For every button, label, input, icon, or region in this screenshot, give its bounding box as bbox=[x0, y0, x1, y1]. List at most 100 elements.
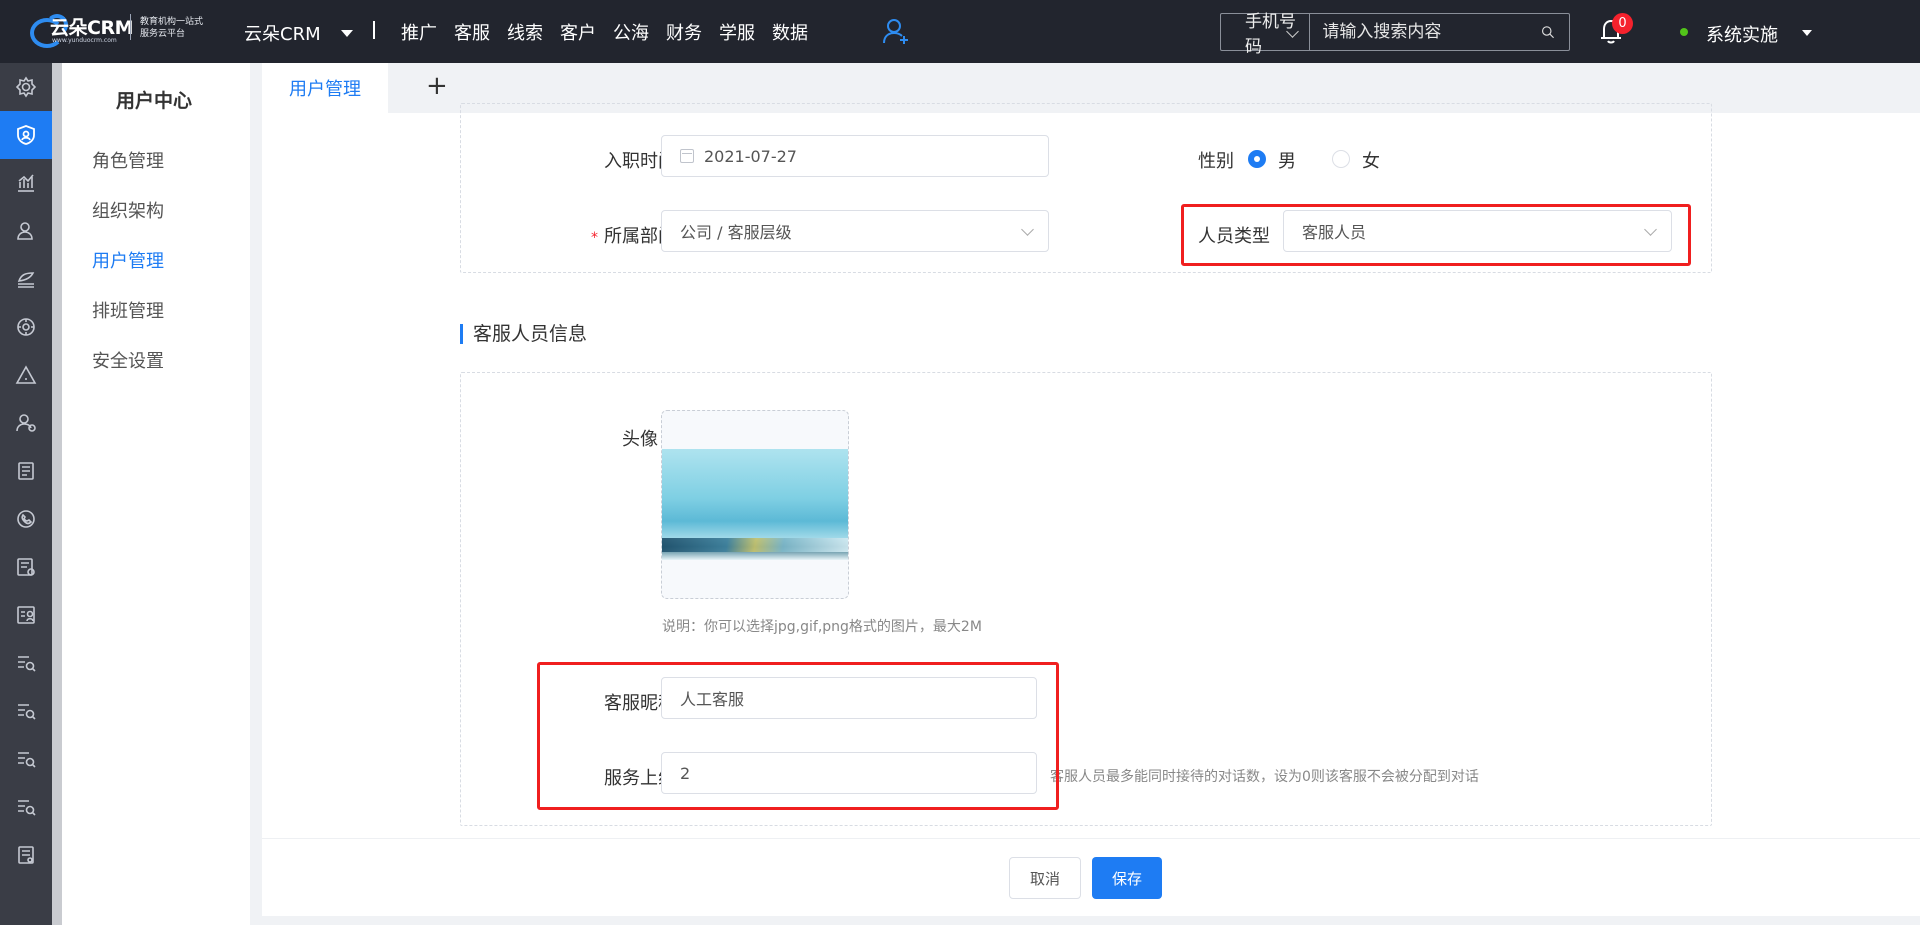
search-list-icon bbox=[18, 800, 36, 816]
avatar-hint: 说明：你可以选择jpg,gif,png格式的图片，最大2M bbox=[662, 619, 982, 635]
hire-date-value: 2021-07-27 bbox=[704, 146, 797, 166]
rail-item-query-1[interactable] bbox=[0, 639, 52, 687]
report-icon bbox=[18, 846, 34, 864]
layers-icon bbox=[17, 272, 35, 288]
search-type-label: 手机号码 bbox=[1245, 12, 1296, 57]
calendar-icon bbox=[680, 149, 694, 163]
top-nav-item-customers[interactable]: 客户 bbox=[560, 19, 596, 45]
online-status-dot bbox=[1680, 28, 1688, 36]
user-center-sidebar: 用户中心 角色管理 组织架构 用户管理 排班管理 安全设置 bbox=[62, 63, 250, 925]
global-search: 手机号码 bbox=[1220, 12, 1570, 57]
search-icon[interactable] bbox=[1541, 19, 1555, 45]
cancel-button[interactable]: 取消 bbox=[1009, 857, 1081, 899]
rail-item-forms[interactable] bbox=[0, 543, 52, 591]
top-nav-item-student-service[interactable]: 学服 bbox=[719, 19, 755, 45]
nav-divider bbox=[373, 21, 375, 39]
service-limit-hint: 客服人员最多能同时接待的对话数，设为0则该客服不会被分配到对话 bbox=[1050, 769, 1479, 785]
chevron-down-icon bbox=[1021, 223, 1034, 236]
search-type-select[interactable]: 手机号码 bbox=[1221, 12, 1311, 57]
sidebar-item-organization[interactable]: 组织架构 bbox=[92, 197, 164, 223]
department-select[interactable]: 公司 / 客服层级 bbox=[661, 210, 1049, 252]
form-icon bbox=[17, 558, 35, 576]
rail-item-user-list[interactable] bbox=[0, 591, 52, 639]
staff-type-select[interactable]: 客服人员 bbox=[1283, 210, 1672, 252]
search-list-icon bbox=[18, 704, 36, 720]
chevron-down-icon bbox=[1644, 223, 1657, 236]
rail-item-reports[interactable] bbox=[0, 831, 52, 879]
document-icon bbox=[18, 462, 34, 480]
team-icon bbox=[16, 414, 36, 432]
top-nav-item-service[interactable]: 客服 bbox=[454, 19, 490, 45]
sidebar-item-roles[interactable]: 角色管理 bbox=[92, 147, 164, 173]
avatar-upload[interactable] bbox=[661, 410, 849, 599]
sidebar-item-users[interactable]: 用户管理 bbox=[92, 247, 164, 273]
gear-icon bbox=[15, 76, 37, 98]
rail-item-calls[interactable] bbox=[0, 495, 52, 543]
rail-item-query-4[interactable] bbox=[0, 783, 52, 831]
rail-item-documents[interactable] bbox=[0, 447, 52, 495]
gender-label: 性别 bbox=[1198, 151, 1234, 172]
rail-item-config[interactable] bbox=[0, 303, 52, 351]
top-nav-item-leads[interactable]: 线索 bbox=[507, 19, 543, 45]
rail-item-alerts[interactable] bbox=[0, 351, 52, 399]
rail-item-query-2[interactable] bbox=[0, 687, 52, 735]
logo-name: 云朵CRM bbox=[50, 17, 133, 39]
icon-rail bbox=[0, 63, 52, 925]
logo-url: www.yunduocrm.com bbox=[52, 37, 117, 44]
brand-switch[interactable]: 云朵CRM bbox=[244, 20, 353, 46]
top-nav-item-finance[interactable]: 财务 bbox=[666, 19, 702, 45]
top-nav-item-promotion[interactable]: 推广 bbox=[401, 19, 437, 45]
top-navigation-bar: 云朵CRM www.yunduocrm.com 教育机构一站式服务云平台 云朵C… bbox=[0, 0, 1920, 63]
top-nav: 推广 客服 线索 客户 公海 财务 学服 数据 bbox=[401, 19, 825, 45]
save-button[interactable]: 保存 bbox=[1092, 857, 1162, 899]
staff-type-label: 人员类型 bbox=[1198, 226, 1270, 247]
brand-switch-label: 云朵CRM bbox=[244, 24, 321, 45]
search-list-icon bbox=[18, 752, 36, 768]
rail-item-user-center[interactable] bbox=[0, 111, 52, 159]
shield-icon bbox=[17, 125, 35, 145]
add-tab-button[interactable]: + bbox=[426, 71, 448, 101]
gender-option-male[interactable]: 男 bbox=[1278, 147, 1296, 173]
sidebar-item-scheduling[interactable]: 排班管理 bbox=[92, 297, 164, 323]
gender-radio-female[interactable] bbox=[1332, 150, 1350, 168]
user-edit-form: 入职时间 2021-07-27 性别 男 女 * 所属部门 公司 / 客服层级 人… bbox=[262, 103, 1920, 838]
section-title-service: 客服人员信息 bbox=[460, 324, 587, 344]
hire-date-picker[interactable]: 2021-07-27 bbox=[661, 135, 1049, 177]
account-caret-icon[interactable] bbox=[1802, 30, 1812, 36]
top-nav-item-public-pool[interactable]: 公海 bbox=[613, 19, 649, 45]
caret-down-icon bbox=[340, 29, 353, 37]
service-limit-input[interactable]: 2 bbox=[661, 752, 1037, 794]
gender-radio-male[interactable] bbox=[1248, 150, 1266, 168]
logo-slogan: 教育机构一站式服务云平台 bbox=[140, 17, 204, 39]
rail-item-layers[interactable] bbox=[0, 255, 52, 303]
required-marker: * bbox=[591, 230, 598, 246]
rail-item-settings[interactable] bbox=[0, 63, 52, 111]
sidebar-item-security[interactable]: 安全设置 bbox=[92, 347, 164, 373]
account-name[interactable]: 系统实施 bbox=[1706, 21, 1778, 47]
tab-user-management[interactable]: 用户管理 bbox=[262, 63, 388, 113]
rail-item-customer[interactable] bbox=[0, 207, 52, 255]
triangle-icon bbox=[15, 365, 37, 384]
avatar-label: 头像 bbox=[622, 429, 658, 450]
form-footer: 取消 保存 bbox=[262, 838, 1920, 916]
rail-item-team[interactable] bbox=[0, 399, 52, 447]
service-limit-value: 2 bbox=[680, 763, 691, 783]
user-list-icon bbox=[17, 606, 35, 624]
logo-divider bbox=[130, 14, 131, 40]
gender-option-female[interactable]: 女 bbox=[1362, 147, 1380, 173]
phone-icon bbox=[17, 510, 35, 528]
user-add-icon[interactable] bbox=[882, 17, 910, 45]
rail-scrollbar[interactable] bbox=[52, 63, 62, 925]
chart-icon bbox=[18, 174, 34, 192]
rail-item-statistics[interactable] bbox=[0, 159, 52, 207]
sidebar-title: 用户中心 bbox=[116, 90, 193, 112]
nickname-value: 人工客服 bbox=[680, 690, 745, 709]
user-icon bbox=[17, 222, 33, 240]
settings-cog-icon bbox=[17, 318, 35, 336]
nickname-input[interactable]: 人工客服 bbox=[661, 677, 1037, 719]
top-nav-item-data[interactable]: 数据 bbox=[772, 19, 808, 45]
staff-type-value: 客服人员 bbox=[1302, 223, 1367, 242]
search-list-icon bbox=[18, 656, 36, 672]
rail-item-query-3[interactable] bbox=[0, 735, 52, 783]
search-input[interactable] bbox=[1310, 14, 1542, 50]
